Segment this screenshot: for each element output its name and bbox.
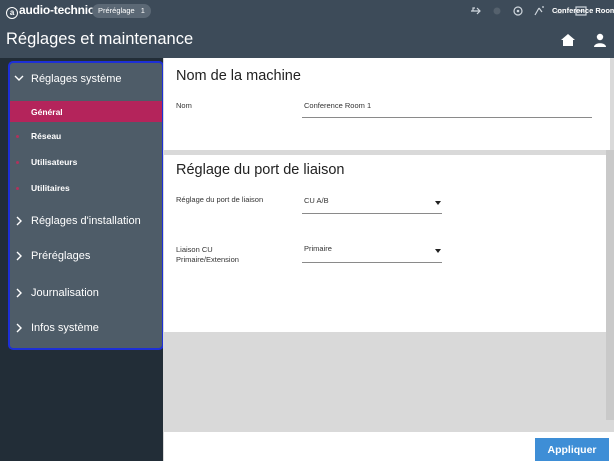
signal-icon xyxy=(534,6,544,16)
title-bar: Réglages et maintenance xyxy=(0,22,614,58)
scrollbar[interactable] xyxy=(606,150,614,420)
preset-label: Préréglage xyxy=(98,6,135,15)
preset-badge[interactable]: Préréglage 1 xyxy=(92,4,151,18)
usb-icon xyxy=(471,7,481,15)
name-label: Nom xyxy=(176,101,192,110)
page-title: Réglages et maintenance xyxy=(6,30,194,48)
link-port-value: CU A/B xyxy=(304,196,329,205)
user-icon[interactable] xyxy=(592,32,608,48)
home-icon[interactable] xyxy=(560,32,576,48)
dropdown-caret-icon xyxy=(435,201,441,205)
preset-number: 1 xyxy=(140,6,145,15)
top-status-bar: a audio-technica Préréglage 1 Conference R… xyxy=(0,0,614,22)
cu-link-select[interactable]: Primaire xyxy=(302,237,442,263)
link-icon xyxy=(493,7,501,15)
cu-link-label: Liaison CU Primaire/Extension xyxy=(176,245,239,265)
cu-link-label-line1: Liaison CU xyxy=(176,245,213,254)
machine-name-section: Nom de la machine Nom Conference Room 1 xyxy=(164,58,610,150)
brand-name: audio-technica xyxy=(19,3,101,17)
name-field-value: Conference Room 1 xyxy=(304,101,372,110)
cu-link-value: Primaire xyxy=(304,244,332,253)
device-name: Conference Room 1 xyxy=(552,6,614,15)
sidebar-highlight-frame xyxy=(8,61,164,350)
field-underline xyxy=(302,213,442,214)
dropdown-caret-icon xyxy=(435,249,441,253)
audio-technica-logo-icon: a xyxy=(6,7,18,19)
name-field[interactable]: Conference Room 1 xyxy=(302,96,592,120)
link-port-label: Réglage du port de liaison xyxy=(176,195,264,204)
link-port-section: Réglage du port de liaison Réglage du po… xyxy=(164,155,610,332)
link-port-select[interactable]: CU A/B xyxy=(302,189,442,215)
field-underline xyxy=(302,117,592,118)
network-icon xyxy=(513,6,523,16)
field-underline xyxy=(302,262,442,263)
cu-link-label-line2: Primaire/Extension xyxy=(176,255,239,264)
section-title: Réglage du port de liaison xyxy=(176,162,345,178)
apply-button[interactable]: Appliquer xyxy=(535,438,609,461)
section-title: Nom de la machine xyxy=(176,68,301,84)
brand-logo: a audio-technica xyxy=(6,3,101,19)
